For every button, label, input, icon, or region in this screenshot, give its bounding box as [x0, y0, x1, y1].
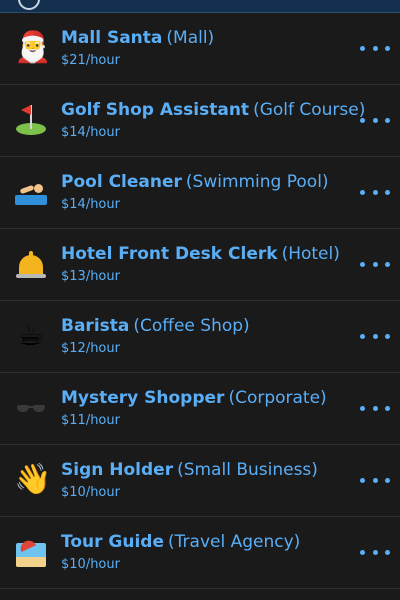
- ellipsis-icon: [385, 549, 390, 555]
- job-pay: $10/hour: [61, 557, 120, 572]
- more-options-button[interactable]: [360, 35, 390, 61]
- job-pay: $21/hour: [61, 53, 120, 68]
- santa-icon: 🎅: [14, 30, 52, 65]
- ellipsis-icon: [372, 261, 378, 267]
- job-name: Golf Shop Assistant: [61, 100, 250, 120]
- ellipsis-icon: [385, 261, 390, 267]
- job-name: Tour Guide: [61, 532, 165, 552]
- list-item[interactable]: 🎅 Mall Santa (Mall) $21/hour: [0, 13, 400, 85]
- job-title: Mystery Shopper (Corporate): [61, 387, 327, 409]
- ellipsis-icon: [360, 117, 365, 123]
- ellipsis-icon: [385, 45, 390, 51]
- ellipsis-icon: [360, 549, 365, 555]
- more-options-button[interactable]: [360, 467, 390, 493]
- more-options-button[interactable]: [360, 107, 390, 133]
- job-pay: $14/hour: [61, 125, 120, 140]
- more-options-button[interactable]: [360, 251, 390, 277]
- job-pay: $13/hour: [61, 269, 120, 284]
- job-name: Sign Holder: [61, 460, 174, 480]
- ellipsis-icon: [360, 405, 365, 411]
- ellipsis-icon: [372, 117, 378, 123]
- bellhop-bell-icon: [14, 247, 48, 281]
- ellipsis-icon: [385, 189, 390, 195]
- ellipsis-icon: [372, 189, 378, 195]
- ellipsis-icon: [360, 477, 365, 483]
- job-pay: $12/hour: [61, 341, 120, 356]
- job-location: (Travel Agency): [168, 532, 301, 552]
- job-name: Barista: [61, 316, 130, 336]
- job-list: 🎅 Mall Santa (Mall) $21/hour Golf Shop As…: [0, 13, 400, 589]
- list-item[interactable]: Golf Shop Assistant (Golf Course) $14/hou…: [0, 85, 400, 157]
- beach-umbrella-icon: [14, 535, 48, 569]
- job-location: (Swimming Pool): [185, 172, 329, 192]
- job-pay: $11/hour: [61, 413, 120, 428]
- more-options-button[interactable]: [360, 395, 390, 421]
- ellipsis-icon: [372, 45, 378, 51]
- job-name: Mall Santa: [61, 28, 163, 48]
- ellipsis-icon: [372, 477, 378, 483]
- job-location: (Golf Course): [253, 100, 366, 120]
- coffee-cup-icon: ☕: [17, 318, 45, 353]
- ellipsis-icon: [360, 45, 365, 51]
- job-location: (Mall): [166, 28, 215, 48]
- ellipsis-icon: [360, 333, 365, 339]
- job-pay: $10/hour: [61, 485, 120, 500]
- golf-flag-icon: [14, 103, 48, 137]
- ellipsis-icon: [360, 261, 365, 267]
- ellipsis-icon: [385, 117, 390, 123]
- more-options-button[interactable]: [360, 323, 390, 349]
- waving-hand-icon: 👋: [14, 462, 52, 497]
- ellipsis-icon: [360, 189, 365, 195]
- job-location: (Hotel): [281, 244, 340, 264]
- ellipsis-icon: [372, 333, 378, 339]
- more-options-button[interactable]: [360, 539, 390, 565]
- list-item[interactable]: Pool Cleaner (Swimming Pool) $14/hour: [0, 157, 400, 229]
- job-name: Hotel Front Desk Clerk: [61, 244, 278, 264]
- list-item[interactable]: ☕ Barista (Coffee Shop) $12/hour: [0, 301, 400, 373]
- swimmer-icon: [14, 175, 48, 209]
- more-options-button[interactable]: [360, 179, 390, 205]
- job-title: Pool Cleaner (Swimming Pool): [61, 171, 329, 193]
- job-title: Mall Santa (Mall): [61, 27, 214, 49]
- ellipsis-icon: [385, 405, 390, 411]
- list-item[interactable]: Mystery Shopper (Corporate) $11/hour: [0, 373, 400, 445]
- job-title: Sign Holder (Small Business): [61, 459, 318, 481]
- job-title: Hotel Front Desk Clerk (Hotel): [61, 243, 340, 265]
- job-location: (Small Business): [177, 460, 318, 480]
- ellipsis-icon: [385, 333, 390, 339]
- job-title: Golf Shop Assistant (Golf Course): [61, 99, 365, 121]
- sunglasses-icon: [14, 391, 48, 425]
- ellipsis-icon: [385, 477, 390, 483]
- list-item[interactable]: Hotel Front Desk Clerk (Hotel) $13/hour: [0, 229, 400, 301]
- top-bar: [0, 0, 400, 13]
- job-name: Pool Cleaner: [61, 172, 182, 192]
- job-title: Barista (Coffee Shop): [61, 315, 250, 337]
- job-location: (Corporate): [228, 388, 327, 408]
- profile-icon[interactable]: [18, 0, 40, 10]
- ellipsis-icon: [372, 405, 378, 411]
- list-item[interactable]: Tour Guide (Travel Agency) $10/hour: [0, 517, 400, 589]
- job-location: (Coffee Shop): [133, 316, 250, 336]
- ellipsis-icon: [372, 549, 378, 555]
- job-name: Mystery Shopper: [61, 388, 225, 408]
- list-item[interactable]: 👋 Sign Holder (Small Business) $10/hour: [0, 445, 400, 517]
- job-title: Tour Guide (Travel Agency): [61, 531, 300, 553]
- job-pay: $14/hour: [61, 197, 120, 212]
